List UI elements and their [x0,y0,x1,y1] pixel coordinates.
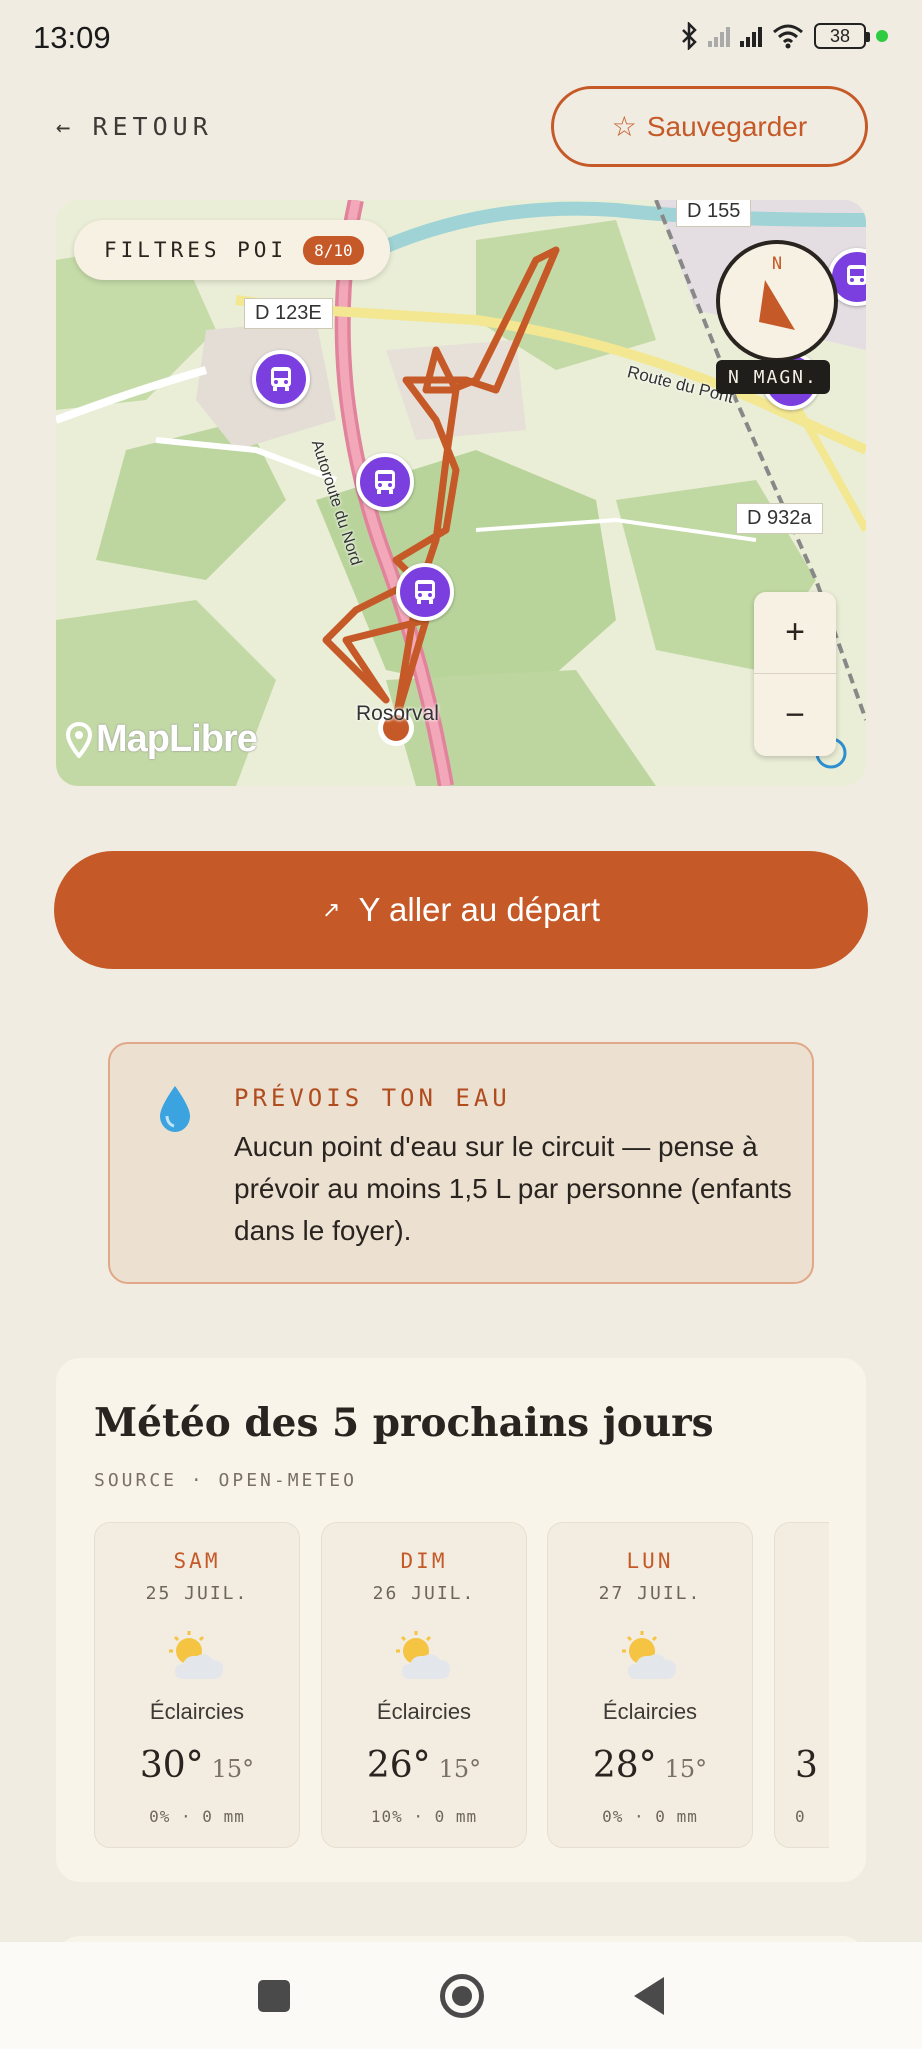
compass-button[interactable]: N [716,240,838,362]
home-icon [452,1985,472,2006]
road-label-d155: D 155 [676,200,752,227]
bus-stop-poi[interactable] [396,563,454,621]
water-notice-body: Aucun point d'eau sur le circuit — pense… [234,1131,792,1246]
bus-icon [847,265,866,285]
home-button[interactable] [440,1973,484,2018]
weather-source: SOURCE · OPEN-METEO [94,1470,357,1491]
weather-low: 15° [664,1755,708,1783]
map-view[interactable]: D 155 D 123E D 932a Route du Pont Autoro… [56,200,866,786]
road-label-d123e: D 123E [244,298,333,329]
star-icon: ☆ [611,111,637,142]
place-label-start: Rosorval [356,702,439,725]
compass-north-letter: N [771,254,783,274]
weather-day-name: LUN [626,1549,674,1573]
back-button[interactable]: ← RETOUR [56,112,213,141]
bus-stop-poi[interactable] [356,453,414,511]
poi-filter-count-badge: 8/10 [303,235,364,265]
arrow-left-icon: ← [56,112,71,141]
back-nav-button[interactable] [634,1976,664,2015]
recents-button[interactable] [258,1979,290,2012]
weather-condition: Éclaircies [149,1699,245,1724]
weather-temps: 26° 15° [322,1745,526,1786]
partly-cloudy-icon [396,1631,450,1679]
weather-temps: 30° 15° [95,1745,299,1786]
zoom-in-button[interactable]: + [754,592,836,674]
partly-cloudy-icon [622,1631,676,1679]
zoom-out-button[interactable]: − [754,674,836,756]
weather-rain: 0% · 0 mm [602,1807,698,1826]
weather-day-card: LUN 27 JUIL. Éclaircies 28° 15° 0% · 0 mm [547,1522,753,1848]
weather-rain: 10% · 0 mm [370,1807,478,1826]
partly-cloudy-icon [169,1631,223,1679]
maplibre-attribution[interactable]: MapLibre [66,718,258,761]
go-to-start-button[interactable]: ↗ Y aller au départ [54,851,868,969]
droplet-icon [160,1086,190,1132]
arrow-up-right-icon: ↗ [322,897,341,922]
signal-icon [708,25,730,47]
poi-filter-label: FILTRES POI [104,238,288,262]
map-pin-icon [66,721,92,758]
weather-day-card: 3 0 [774,1522,829,1848]
weather-day-date: 26 JUIL. [372,1583,476,1604]
weather-high: 28° [592,1745,657,1786]
weather-rain: 0% · 0 mm [149,1807,245,1826]
bus-icon [375,470,395,494]
battery-icon: 38 [814,23,870,49]
bluetooth-icon [682,22,697,50]
water-notice: PRÉVOIS TON EAU Aucun point d'eau sur le… [108,1042,814,1284]
go-to-start-label: Y aller au départ [358,891,600,928]
weather-day-name: DIM [400,1549,448,1573]
weather-low: 15° [438,1755,482,1783]
save-label: Sauvegarder [646,110,808,142]
status-bar: 13:09 38 [0,0,922,82]
weather-condition: Éclaircies [376,1699,472,1724]
weather-high: 26° [366,1745,431,1786]
compass-needle-icon [759,280,795,330]
poi-filter-button[interactable]: FILTRES POI 8/10 [74,220,390,280]
weather-day-name: SAM [173,1549,221,1573]
status-time: 13:09 [33,20,111,55]
road-label-d932a: D 932a [736,503,823,534]
weather-condition: Éclaircies [602,1699,698,1724]
bus-icon [415,580,435,604]
weather-rain: 0 [795,1807,806,1826]
save-button[interactable]: ☆ Sauvegarder [551,86,868,167]
weather-temps: 28° 15° [548,1745,752,1786]
weather-low: 15° [211,1755,255,1783]
weather-day-date: 27 JUIL. [598,1583,702,1604]
back-label: RETOUR [92,112,213,141]
water-notice-title: PRÉVOIS TON EAU [234,1084,511,1112]
weather-high: 3 [795,1745,818,1786]
bus-icon [271,367,291,391]
weather-day-date: 25 JUIL. [145,1583,249,1604]
wifi-icon [773,24,803,49]
weather-temps: 3 [795,1745,829,1786]
north-mode-badge[interactable]: N MAGN. [716,360,830,394]
weather-day-card: DIM 26 JUIL. Éclaircies 26° 15° 10% · 0 m… [321,1522,527,1848]
system-nav-bar [0,1942,922,2049]
zoom-controls: + − [754,592,836,756]
attribution-text: MapLibre [96,718,258,760]
signal-icon [740,25,762,47]
weather-card: Météo des 5 prochains jours SOURCE · OPE… [56,1358,866,1882]
bus-stop-poi[interactable] [252,350,310,408]
weather-title: Météo des 5 prochains jours [94,1400,714,1446]
weather-day-card: SAM 25 JUIL. Éclaircies 30° 15° 0% · 0 mm [94,1522,300,1848]
weather-high: 30° [139,1745,204,1786]
weather-days-carousel[interactable]: SAM 25 JUIL. Éclaircies 30° 15° 0% · 0 mm… [94,1522,829,1848]
status-icons: 38 [680,22,888,50]
privacy-indicator [876,30,888,42]
